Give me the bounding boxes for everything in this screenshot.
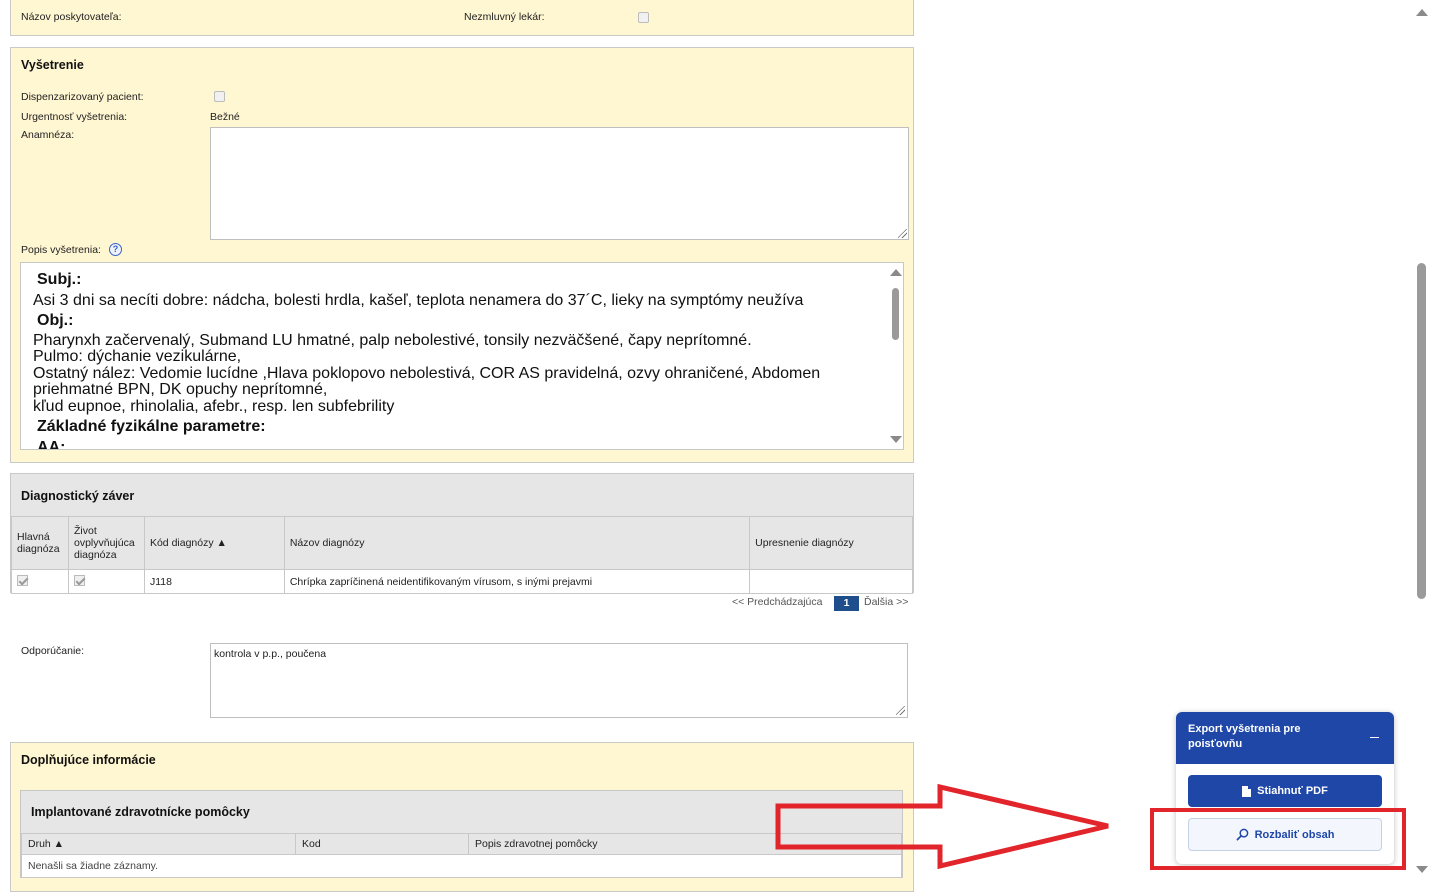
annotation-highlight-box <box>1150 808 1406 870</box>
annotation-arrow <box>775 783 1109 870</box>
